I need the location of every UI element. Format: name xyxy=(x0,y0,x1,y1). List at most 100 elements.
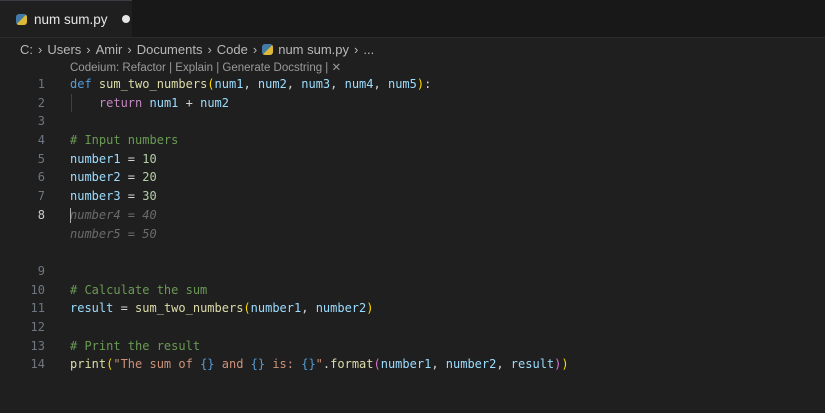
code-line[interactable] xyxy=(0,243,825,262)
code-line[interactable]: 9 xyxy=(0,262,825,281)
token-variable: num4 xyxy=(344,77,374,91)
ghost-suggestion: number5 = 50 xyxy=(70,226,157,241)
token-string: "The sum of xyxy=(113,357,201,372)
token-text: = xyxy=(120,170,143,185)
token-variable: number2 xyxy=(315,301,367,316)
token-comment: # Calculate the sum xyxy=(70,282,208,297)
line-code: number4 = 40 xyxy=(70,206,157,225)
token-number: 30 xyxy=(142,189,157,204)
code-line[interactable]: 12 xyxy=(0,318,825,337)
tab-label: num sum.py xyxy=(34,11,108,27)
token-comment: # Input numbers xyxy=(70,133,179,148)
token-comment: # Print the result xyxy=(70,338,201,353)
breadcrumb-item[interactable]: C: xyxy=(20,42,33,57)
token-variable: num1 xyxy=(214,77,244,91)
token-text: , xyxy=(301,301,316,316)
breadcrumb-item[interactable]: Code xyxy=(217,42,248,57)
close-icon[interactable]: ✕ xyxy=(332,62,342,74)
token-text: + xyxy=(178,95,201,110)
token-number: 20 xyxy=(142,170,157,185)
tab-num-sum-py[interactable]: num sum.py xyxy=(0,0,132,37)
token-variable: num3 xyxy=(301,77,331,91)
token-paren: ) xyxy=(366,301,374,316)
line-number: 9 xyxy=(37,263,45,278)
line-number: 6 xyxy=(37,170,45,185)
line-code: number2 = 20 xyxy=(70,168,157,187)
code-line[interactable]: 7 number3 = 30 xyxy=(0,187,825,206)
line-code: # Calculate the sum xyxy=(70,281,207,300)
codelens-refactor[interactable]: Refactor xyxy=(122,62,165,74)
token-function: print xyxy=(70,357,107,372)
code-line[interactable]: 5 number1 = 10 xyxy=(0,150,825,169)
code-line[interactable]: 1 def sum_two_numbers(num1, num2, num3, n… xyxy=(0,75,825,94)
token-text: , xyxy=(431,357,446,372)
token-string: is: xyxy=(265,357,302,372)
chevron-right-icon: › xyxy=(86,41,91,57)
breadcrumb-item[interactable]: Amir xyxy=(96,42,123,57)
chevron-right-icon: › xyxy=(207,41,212,57)
token-variable: number2 xyxy=(70,170,121,185)
code-line[interactable]: 4 # Input numbers xyxy=(0,131,825,150)
line-number: 2 xyxy=(37,95,45,110)
token-variable: number2 xyxy=(445,357,497,372)
token-function: sum_two_numbers xyxy=(135,301,244,316)
token-variable: num2 xyxy=(200,95,229,110)
token-variable: number1 xyxy=(250,301,302,316)
breadcrumb-item[interactable]: Documents xyxy=(137,42,203,57)
line-code: number1 = 10 xyxy=(70,150,157,169)
breadcrumb-item[interactable]: num sum.py xyxy=(278,42,349,57)
code-line[interactable]: 6 number2 = 20 xyxy=(0,168,825,187)
code-line[interactable]: 14 print("The sum of {} and {} is: {}".fo… xyxy=(0,355,825,374)
token-variable: number3 xyxy=(70,189,121,204)
code-line[interactable]: 13 # Print the result xyxy=(0,337,825,356)
token-keyword: {} xyxy=(250,357,266,372)
token-variable: num1 xyxy=(149,95,179,110)
code-line[interactable]: 10 # Calculate the sum xyxy=(0,281,825,300)
token-paren: ) xyxy=(561,357,569,372)
line-code: def sum_two_numbers(num1, num2, num3, nu… xyxy=(70,75,431,94)
unsaved-dot-icon[interactable] xyxy=(121,15,130,23)
token-variable: result xyxy=(510,357,555,372)
breadcrumb-item[interactable]: ... xyxy=(363,42,374,57)
line-number: 10 xyxy=(30,282,45,297)
indent-guide xyxy=(71,93,72,113)
line-number: 12 xyxy=(30,319,45,334)
line-code: number5 = 50 xyxy=(70,225,157,244)
token-paren: ( xyxy=(207,77,215,91)
codelens-generate-docstring[interactable]: Generate Docstring xyxy=(222,62,322,74)
token-keyword: def xyxy=(70,77,92,91)
token-text: , xyxy=(373,77,388,91)
code-line[interactable]: 11 result = sum_two_numbers(number1, numb… xyxy=(0,299,825,318)
chevron-right-icon: › xyxy=(38,41,43,57)
chevron-right-icon: › xyxy=(354,41,359,57)
line-number: 13 xyxy=(30,338,45,353)
python-file-icon xyxy=(262,43,274,55)
token-string: " xyxy=(315,357,323,372)
line-number: 1 xyxy=(37,77,45,91)
chevron-right-icon: › xyxy=(127,41,132,57)
token-string: and xyxy=(214,357,251,372)
token-function: format xyxy=(330,357,374,372)
line-code: # Input numbers xyxy=(70,131,178,150)
token-variable: num5 xyxy=(387,77,417,91)
code-line[interactable]: 8 number4 = 40 xyxy=(0,206,825,225)
line-number: 11 xyxy=(30,301,45,316)
code-line[interactable]: 3 xyxy=(0,112,825,131)
codelens-explain[interactable]: Explain xyxy=(175,62,213,74)
token-keyword: {} xyxy=(200,357,215,372)
breadcrumb-item[interactable]: Users xyxy=(47,42,81,57)
line-code: number3 = 30 xyxy=(70,187,157,206)
breadcrumb: C: › Users › Amir › Documents › Code › num su… xyxy=(20,40,374,58)
line-number: 7 xyxy=(37,189,45,204)
code-editor[interactable]: 1 def sum_two_numbers(num1, num2, num3, n… xyxy=(0,75,825,374)
token-keyword: {} xyxy=(301,357,316,372)
token-control: return xyxy=(98,95,143,110)
code-line[interactable]: number5 = 50 xyxy=(0,225,825,244)
line-number: 4 xyxy=(37,133,45,148)
line-number: 3 xyxy=(37,114,45,129)
token-paren: ( xyxy=(243,301,251,316)
code-line[interactable]: 2 return num1 + num2 xyxy=(0,93,825,113)
token-text: : xyxy=(424,77,432,91)
